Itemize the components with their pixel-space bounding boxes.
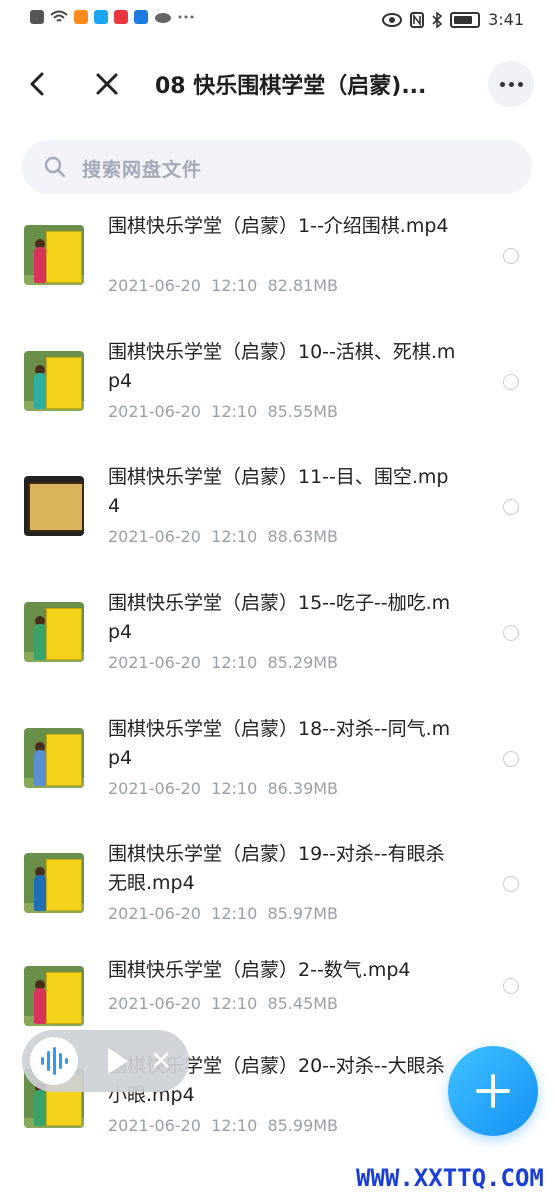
file-name: 围棋快乐学堂（启蒙）18--对杀--同气.mp4 [108, 717, 451, 769]
file-name: 围棋快乐学堂（启蒙）2--数气.mp4 [108, 959, 411, 982]
video-thumbnail [24, 602, 84, 663]
file-size: 82.81MB [267, 276, 339, 295]
video-thumbnail [24, 476, 84, 537]
file-item[interactable]: 围棋快乐学堂（启蒙）19--对杀--有眼杀无眼.mp4 2021-06-20 1… [0, 828, 554, 954]
file-date: 2021-06-20 [108, 904, 201, 924]
file-meta: 2021-06-20 12:10 85.97MB [108, 904, 338, 923]
file-date: 2021-06-20 [108, 778, 201, 798]
file-item[interactable]: 围棋快乐学堂（启蒙）1--介绍围棋.mp4 2021-06-20 12:10 8… [0, 200, 554, 326]
status-left-icons [30, 10, 194, 24]
select-radio[interactable] [503, 978, 519, 995]
file-size: 85.29MB [267, 653, 339, 673]
eye-icon [382, 12, 403, 27]
file-date: 2021-06-20 [108, 527, 201, 547]
file-meta: 2021-06-20 12:10 85.99MB [108, 1116, 338, 1135]
select-radio[interactable] [503, 625, 519, 642]
more-dot [517, 81, 523, 87]
file-meta: 2021-06-20 12:10 85.45MB [108, 994, 338, 1013]
sound-wave-icon [41, 1047, 68, 1075]
search-bar[interactable]: 搜索网盘文件 [22, 140, 532, 194]
file-item[interactable]: 围棋快乐学堂（启蒙）15--吃子--枷吃.mp4 2021-06-20 12:1… [0, 577, 554, 703]
status-time: 3:41 [488, 10, 524, 29]
file-meta: 2021-06-20 12:10 82.81MB [108, 276, 338, 295]
file-item[interactable]: 围棋快乐学堂（启蒙）10--活棋、死棋.mp4 2021-06-20 12:10… [0, 326, 554, 452]
file-meta: 2021-06-20 12:10 85.55MB [108, 402, 338, 421]
nav-bar: 08 快乐围棋学堂（启蒙)... [0, 44, 554, 124]
file-meta: 2021-06-20 12:10 85.29MB [108, 653, 338, 672]
add-fab-button[interactable] [448, 1046, 538, 1136]
watermark-text: WWW.XXTTQ.COM [356, 1164, 544, 1192]
video-thumbnail [24, 727, 84, 788]
file-time: 12:10 [211, 778, 258, 798]
file-size: 85.55MB [267, 401, 339, 421]
select-radio[interactable] [503, 499, 519, 516]
play-icon[interactable] [108, 1048, 128, 1074]
wifi-icon [50, 10, 68, 22]
file-name: 围棋快乐学堂（启蒙）15--吃子--枷吃.mp4 [108, 592, 451, 644]
file-size: 85.45MB [267, 994, 339, 1014]
file-time: 12:10 [211, 653, 258, 673]
video-thumbnail [24, 966, 84, 1027]
search-icon [44, 156, 66, 178]
play-app-icon [74, 10, 88, 24]
file-time: 12:10 [211, 904, 258, 924]
more-options-button[interactable] [488, 61, 534, 107]
file-name: 围棋快乐学堂（启蒙）11--目、围空.mp4 [108, 466, 449, 518]
plus-icon-vertical [491, 1074, 495, 1108]
video-thumbnail [24, 225, 84, 285]
file-name: 围棋快乐学堂（启蒙）19--对杀--有眼杀无眼.mp4 [108, 843, 445, 895]
file-time: 12:10 [211, 994, 258, 1014]
select-radio[interactable] [503, 248, 519, 264]
bulb-app-icon [134, 10, 148, 24]
file-date: 2021-06-20 [108, 1116, 201, 1136]
close-icon[interactable] [92, 66, 122, 102]
select-radio[interactable] [503, 876, 519, 893]
file-time: 12:10 [211, 527, 258, 547]
more-dot [499, 81, 505, 87]
file-date: 2021-06-20 [108, 276, 201, 295]
audio-wave-button[interactable] [30, 1037, 78, 1085]
video-thumbnail [24, 350, 84, 411]
file-size: 85.99MB [267, 1116, 339, 1136]
more-dot [508, 81, 514, 87]
select-radio[interactable] [503, 373, 519, 390]
file-name: 围棋快乐学堂（启蒙）10--活棋、死棋.mp4 [108, 340, 456, 392]
file-meta: 2021-06-20 12:10 88.63MB [108, 527, 338, 546]
search-app-icon [94, 10, 108, 24]
file-date: 2021-06-20 [108, 401, 201, 421]
nfc-icon [410, 11, 425, 28]
back-arrow-icon[interactable] [22, 66, 52, 102]
file-time: 12:10 [211, 401, 258, 421]
file-item[interactable]: 围棋快乐学堂（启蒙）18--对杀--同气.mp4 2021-06-20 12:1… [0, 703, 554, 829]
select-radio[interactable] [503, 750, 519, 767]
file-meta: 2021-06-20 12:10 86.39MB [108, 779, 338, 798]
red-app-icon [114, 10, 128, 24]
file-date: 2021-06-20 [108, 653, 201, 673]
file-name: 围棋快乐学堂（启蒙）1--介绍围棋.mp4 [108, 215, 449, 237]
alert-icon [30, 10, 44, 24]
file-date: 2021-06-20 [108, 994, 201, 1014]
file-item[interactable]: 围棋快乐学堂（启蒙）11--目、围空.mp4 2021-06-20 12:10 … [0, 451, 554, 577]
search-placeholder: 搜索网盘文件 [82, 159, 203, 181]
close-player-icon[interactable] [150, 1049, 172, 1071]
cloud-icon [155, 13, 171, 23]
file-time: 12:10 [211, 1116, 258, 1136]
page-title: 08 快乐围棋学堂（启蒙)... [155, 74, 427, 99]
file-size: 88.63MB [267, 527, 339, 547]
bluetooth-icon [432, 11, 443, 28]
file-time: 12:10 [211, 276, 258, 295]
file-size: 86.39MB [267, 778, 339, 798]
battery-icon [450, 11, 481, 28]
floating-audio-player[interactable] [22, 1030, 189, 1092]
status-bar: 3:41 [0, 0, 554, 44]
video-thumbnail [24, 853, 84, 914]
status-right-icons: 3:41 [382, 10, 524, 29]
file-size: 85.97MB [267, 904, 339, 924]
more-dots-icon [178, 15, 194, 19]
